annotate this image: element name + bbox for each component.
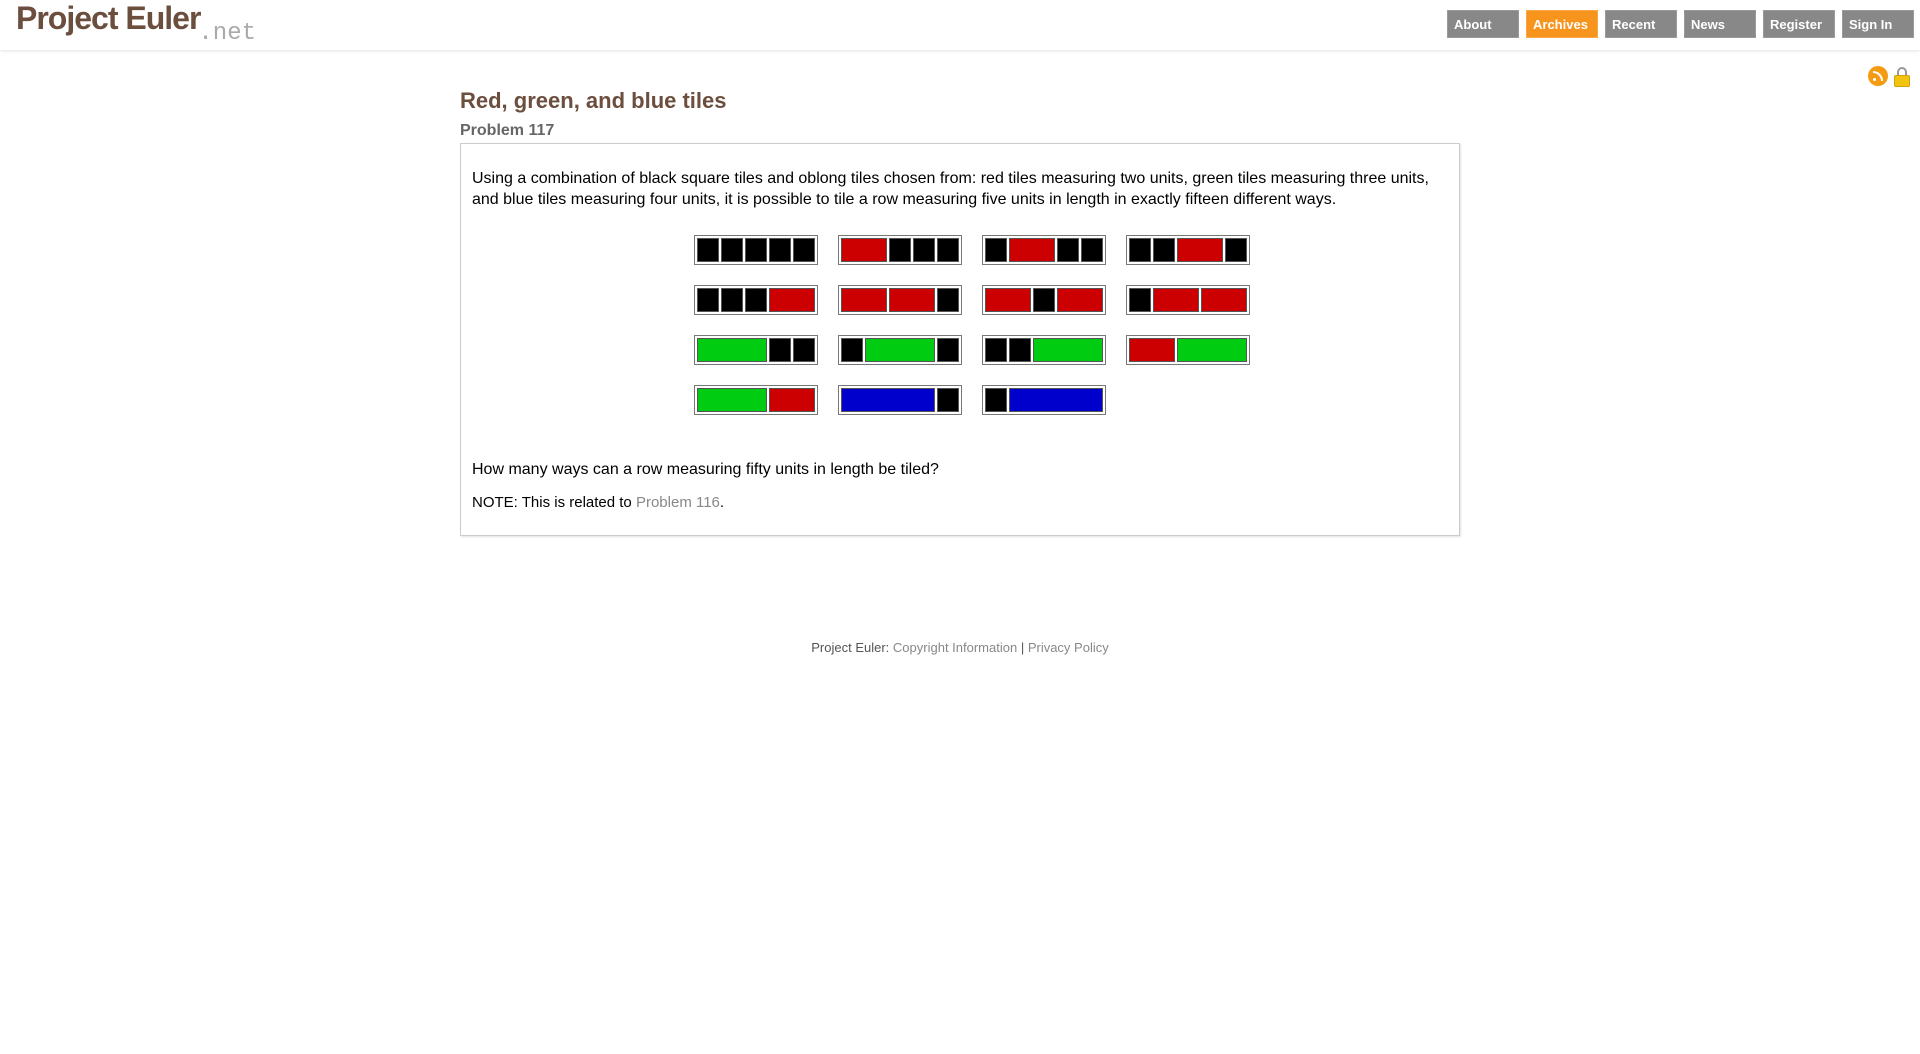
problem-title: Red, green, and blue tiles xyxy=(460,88,727,113)
tiling-row xyxy=(838,385,962,415)
black-tile xyxy=(937,338,959,362)
black-tile xyxy=(721,238,743,262)
tiling-row xyxy=(1126,335,1250,365)
main-nav: About Archives Recent News Register Sign… xyxy=(1447,10,1914,38)
black-tile xyxy=(1033,288,1055,312)
black-tile xyxy=(793,338,815,362)
black-tile xyxy=(937,238,959,262)
copyright-link[interactable]: Copyright Information xyxy=(893,640,1017,655)
note-prefix: NOTE: This is related to xyxy=(472,494,636,511)
red-tile xyxy=(841,238,887,262)
black-tile xyxy=(1009,338,1031,362)
rss-icon[interactable] xyxy=(1868,66,1888,86)
note-suffix: . xyxy=(719,494,725,511)
site-footer: Project Euler: Copyright Information | P… xyxy=(0,640,1920,655)
black-tile xyxy=(913,238,935,262)
black-tile xyxy=(721,288,743,312)
tiling-row xyxy=(982,285,1106,315)
site-logo[interactable]: Project Euler.net xyxy=(16,0,256,47)
lock-icon[interactable] xyxy=(1892,66,1912,88)
black-tile xyxy=(985,388,1007,412)
problem-note: NOTE: This is related to Problem 116. xyxy=(472,492,1448,513)
problem-content: Using a combination of black square tile… xyxy=(460,143,1460,536)
green-tile xyxy=(1177,338,1247,362)
tiling-row xyxy=(838,235,962,265)
tiling-row xyxy=(838,335,962,365)
black-tile xyxy=(1129,238,1151,262)
tiling-row xyxy=(694,335,818,365)
red-tile xyxy=(1177,238,1223,262)
problem-question: How many ways can a row measuring fifty … xyxy=(472,461,939,478)
tiling-row xyxy=(982,335,1106,365)
red-tile xyxy=(1129,338,1175,362)
tiling-row xyxy=(982,235,1106,265)
black-tile xyxy=(1225,238,1247,262)
tiling-row xyxy=(694,285,818,315)
black-tile xyxy=(769,338,791,362)
problem-116-link[interactable]: Problem 116 xyxy=(636,494,720,511)
tiling-row xyxy=(1126,235,1250,265)
green-tile xyxy=(865,338,935,362)
black-tile xyxy=(1057,238,1079,262)
tiling-row xyxy=(838,285,962,315)
tiling-row xyxy=(1126,285,1250,315)
red-tile xyxy=(1201,288,1247,312)
nav-register-button[interactable]: Register xyxy=(1763,10,1835,38)
black-tile xyxy=(985,238,1007,262)
nav-recent-button[interactable]: Recent xyxy=(1605,10,1677,38)
tiling-row xyxy=(694,385,818,415)
green-tile xyxy=(697,338,767,362)
black-tile xyxy=(937,288,959,312)
black-tile xyxy=(697,238,719,262)
red-tile xyxy=(841,288,887,312)
problem-description: Using a combination of black square tile… xyxy=(472,170,1429,208)
red-tile xyxy=(1153,288,1199,312)
black-tile xyxy=(841,338,863,362)
blue-tile xyxy=(841,388,935,412)
black-tile xyxy=(1081,238,1103,262)
problem-number: Problem 117 xyxy=(460,122,555,139)
red-tile xyxy=(985,288,1031,312)
black-tile xyxy=(985,338,1007,362)
nav-sign-in-button[interactable]: Sign In xyxy=(1842,10,1914,38)
red-tile xyxy=(1009,238,1055,262)
logo-net-text: .net xyxy=(198,20,257,47)
red-tile xyxy=(769,388,815,412)
footer-prefix: Project Euler: xyxy=(811,640,893,655)
green-tile xyxy=(1033,338,1103,362)
red-tile xyxy=(889,288,935,312)
main-content: Red, green, and blue tiles Problem 117 U… xyxy=(460,88,1460,536)
black-tile xyxy=(697,288,719,312)
blue-tile xyxy=(1009,388,1103,412)
black-tile xyxy=(889,238,911,262)
black-tile xyxy=(745,238,767,262)
black-tile xyxy=(745,288,767,312)
black-tile xyxy=(769,238,791,262)
tilings-figure xyxy=(472,235,1472,435)
privacy-policy-link[interactable]: Privacy Policy xyxy=(1028,640,1109,655)
black-tile xyxy=(1153,238,1175,262)
green-tile xyxy=(697,388,767,412)
black-tile xyxy=(937,388,959,412)
black-tile xyxy=(793,238,815,262)
black-tile xyxy=(1129,288,1151,312)
tiling-row xyxy=(982,385,1106,415)
footer-separator: | xyxy=(1017,640,1028,655)
site-header: Project Euler.net About Archives Recent … xyxy=(0,0,1920,50)
feed-icons xyxy=(1868,66,1912,88)
logo-main-text: Project Euler xyxy=(16,0,201,36)
nav-archives-button[interactable]: Archives xyxy=(1526,10,1598,38)
red-tile xyxy=(1057,288,1103,312)
nav-about-button[interactable]: About xyxy=(1447,10,1519,38)
red-tile xyxy=(769,288,815,312)
tiling-row xyxy=(694,235,818,265)
nav-news-button[interactable]: News xyxy=(1684,10,1756,38)
